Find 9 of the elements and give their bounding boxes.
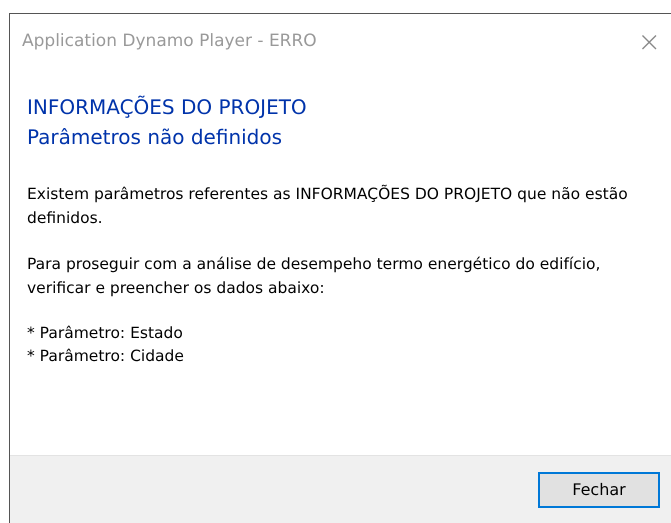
message-paragraph: Para proseguir com a análise de desempeho termo energético do edifício, verificar e preencher os dados abaixo: [27, 254, 602, 299]
parameter-item: * Parâmetro: Estado [27, 323, 184, 344]
close-button[interactable]: × [638, 28, 661, 56]
heading-text: INFORMAÇÕES DO PROJETO [27, 94, 308, 121]
parameter-item: * Parâmetro: Cidade [27, 346, 185, 367]
heading-text: Parâmetros não definidos [27, 124, 284, 151]
close-dialog-button[interactable]: Fechar [538, 472, 660, 508]
window-title: Application Dynamo Player - ERRO [22, 30, 317, 54]
message-paragraph: Existem parâmetros referentes as INFORMAÇÕES DO PROJETO que não estão definidos. [27, 184, 629, 229]
